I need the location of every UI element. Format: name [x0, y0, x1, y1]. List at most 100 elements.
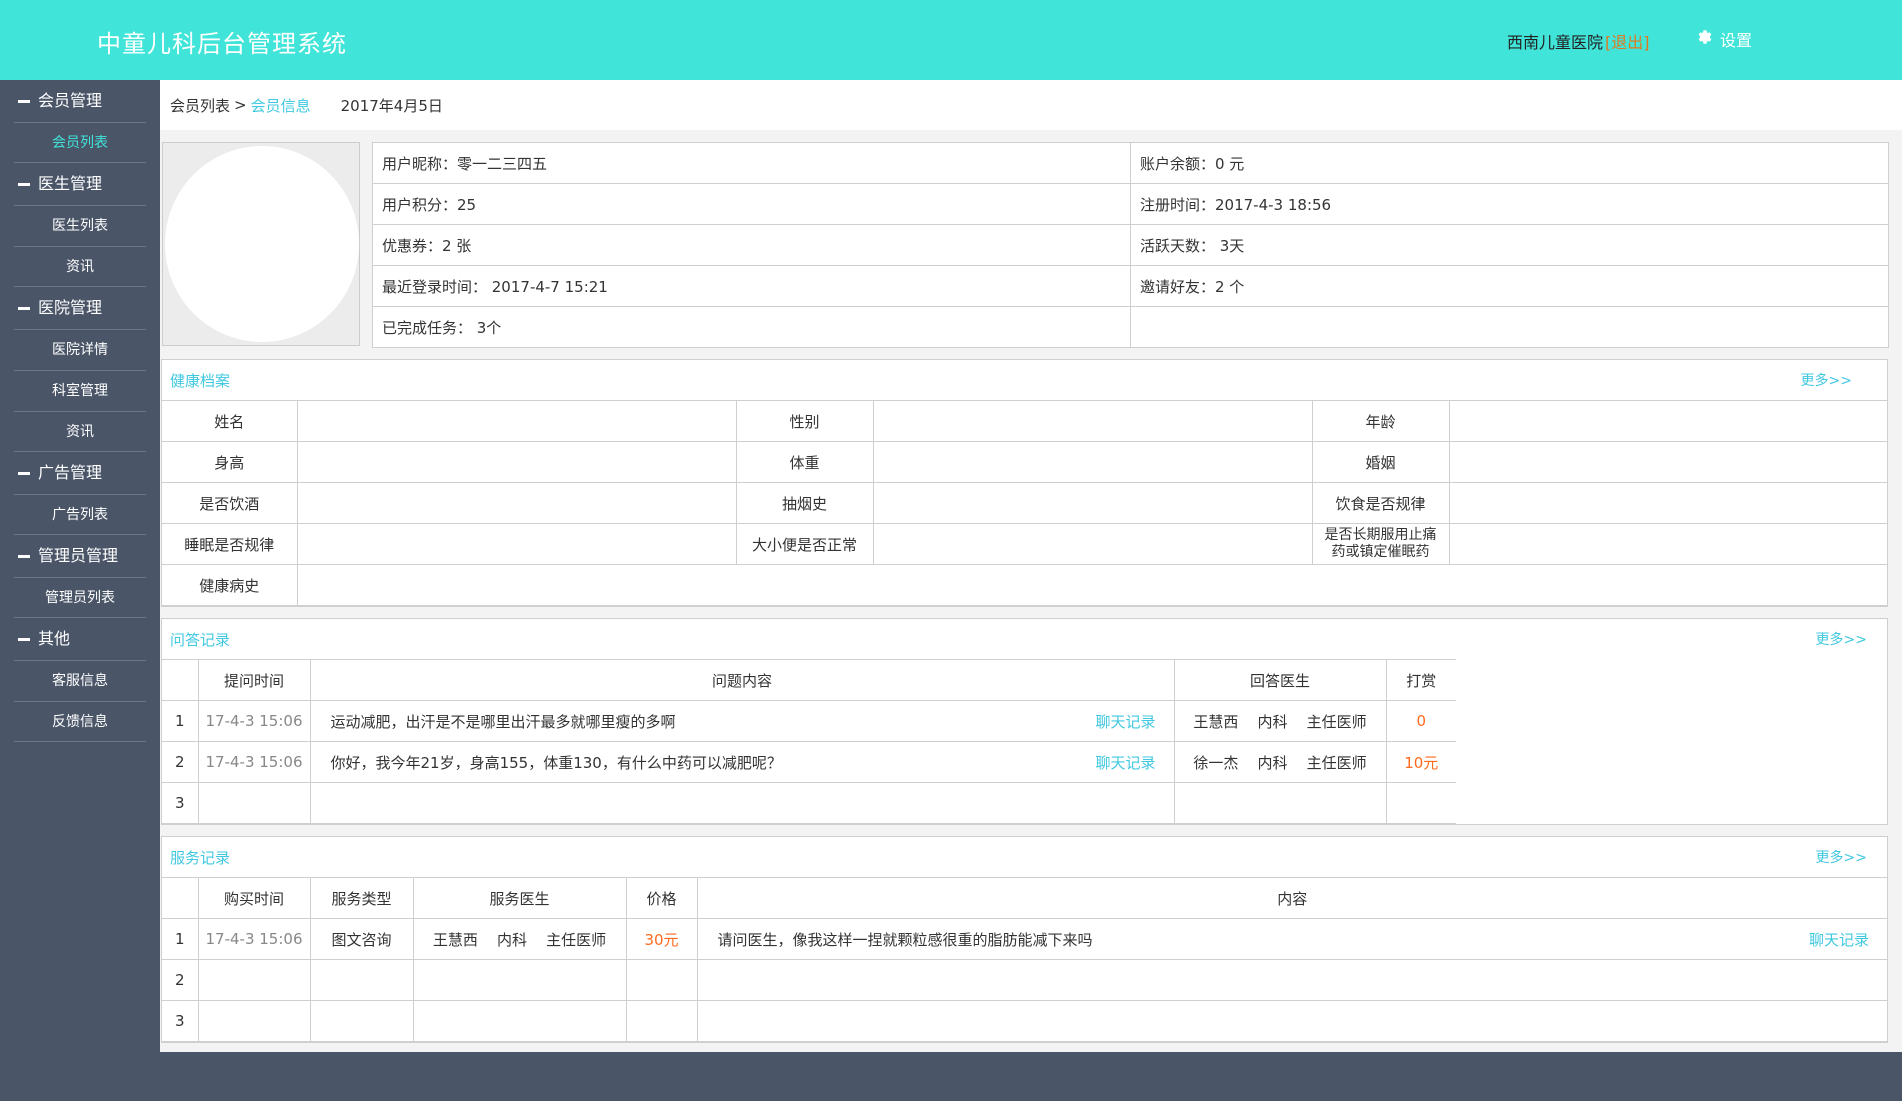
value-cell [296, 441, 737, 483]
empty-cell [1130, 306, 1889, 348]
menu-group-hospital: 医院管理 医院详情 科室管理 资讯 [0, 287, 160, 452]
header-cell-type: 服务类型 [309, 877, 414, 919]
section-title: 健康档案 [170, 371, 231, 390]
value-cell [1448, 400, 1887, 442]
value-cell [1448, 523, 1887, 565]
header-cell-reward: 打赏 [1385, 659, 1456, 701]
breadcrumb-parent[interactable]: 会员列表 [170, 95, 230, 116]
menu-group-label: 广告管理 [38, 463, 103, 482]
sidebar-item-department[interactable]: 科室管理 [14, 370, 146, 411]
question-cell: 运动减肥，出汗是不是哪里出汗最多就哪里瘦的多啊 聊天记录 [309, 700, 1175, 742]
menu-group-other: 其他 客服信息 反馈信息 [0, 618, 160, 742]
question-cell: 你好，我今年21岁，身高155，体重130，有什么中药可以减肥呢？ 聊天记录 [309, 741, 1175, 783]
menu-group-members: 会员管理 会员列表 [0, 80, 160, 163]
menu-group-label: 其他 [38, 629, 71, 648]
menu-group-head-other[interactable]: 其他 [0, 618, 160, 660]
label-name: 姓名 [162, 400, 298, 442]
qa-record-section: 问答记录 更多>> 提问时间 问题内容 问题内容 回答医生 打赏 1 17-4-… [161, 618, 1888, 825]
label-weight: 体重 [735, 441, 874, 483]
menu-group-label: 管理员管理 [38, 546, 119, 565]
label-bowel: 大小便是否正常 [735, 523, 874, 565]
register-time: 注册时间：2017-4-3 18:56 [1130, 183, 1889, 225]
question-text: 运动减肥，出汗是不是哪里出汗最多就哪里瘦的多啊 [330, 712, 676, 731]
menu-group-head-ads[interactable]: 广告管理 [0, 452, 160, 494]
main-content: 会员列表 > 会员信息 2017年4月5日 用户昵称：零一二三四五 账户余额：0… [160, 80, 1902, 1052]
label-medication: 是否长期服用止痛 药或镇定催眠药 [1311, 523, 1450, 565]
profile-table: 用户昵称：零一二三四五 账户余额：0 元 用户积分：25 注册时间：2017-4… [372, 142, 1889, 348]
service-doctor: 王慧西 内科 主任医师 [412, 918, 627, 960]
settings-button[interactable]: 设置 [1696, 27, 1752, 51]
sidebar-item-hospital-news[interactable]: 资讯 [14, 411, 146, 452]
more-link[interactable]: 更多>> [1801, 370, 1852, 390]
section-header: 健康档案 更多>> [162, 360, 1887, 400]
reward: 10元 [1385, 741, 1456, 783]
sidebar: 会员管理 会员列表 医生管理 医生列表 资讯 医院管理 医院详情 科室管理 资讯… [0, 80, 160, 1101]
service-table: 购买时间 服务类型 服务医生 价格 内容 1 17-4-3 15:06 图文咨询… [162, 877, 1887, 1042]
label-medication-line2: 药或镇定催眠药 [1331, 544, 1430, 560]
question-cell [309, 782, 1175, 824]
value-cell [872, 400, 1313, 442]
reward: 0 [1385, 700, 1456, 742]
menu-group-head-admins[interactable]: 管理员管理 [0, 535, 160, 577]
service-content-cell: 请问医生，像我这样一捏就颗粒感很重的脂肪能减下来吗 聊天记录 [696, 918, 1887, 960]
minus-icon [18, 99, 30, 103]
ask-time: 17-4-3 15:06 [197, 741, 311, 783]
service-content [696, 959, 1887, 1001]
label-drink: 是否饮酒 [162, 482, 298, 524]
header-cell-doctor: 回答医生 [1173, 659, 1387, 701]
sidebar-item-customer-service[interactable]: 客服信息 [14, 660, 146, 701]
service-doctor [412, 1000, 627, 1042]
health-table: 姓名 性别 年龄 身高 体重 婚姻 是否饮酒 抽烟史 饮食是否规律 睡眠是否规律… [162, 400, 1887, 606]
minus-icon [18, 306, 30, 310]
sidebar-item-feedback[interactable]: 反馈信息 [14, 701, 146, 742]
value-cell [296, 564, 1887, 606]
row-number: 2 [162, 959, 199, 1001]
more-link[interactable]: 更多>> [1816, 629, 1867, 649]
chat-log-link[interactable]: 聊天记录 [1809, 929, 1869, 950]
row-number: 3 [162, 1000, 199, 1042]
header-cell-content: 问题内容 [309, 659, 1175, 701]
value-cell [296, 523, 737, 565]
bottom-bar [160, 1052, 1902, 1101]
label-marriage: 婚姻 [1311, 441, 1450, 483]
menu-group-head-hospital[interactable]: 医院管理 [0, 287, 160, 329]
sidebar-item-doctor-news[interactable]: 资讯 [14, 246, 146, 287]
answer-doctor: 徐一杰 内科 主任医师 [1173, 741, 1387, 783]
chat-log-link[interactable]: 聊天记录 [1095, 752, 1155, 773]
sidebar-item-hospital-detail[interactable]: 医院详情 [14, 329, 146, 370]
avatar-frame [162, 142, 360, 346]
service-record-section: 服务记录 更多>> 购买时间 服务类型 服务医生 价格 内容 1 17-4-3 … [161, 836, 1888, 1043]
chat-log-link[interactable]: 聊天记录 [1095, 711, 1155, 732]
menu-group-label: 会员管理 [38, 91, 103, 110]
label-age: 年龄 [1311, 400, 1450, 442]
section-header: 问答记录 更多>> [162, 619, 1887, 659]
service-doctor [412, 959, 627, 1001]
service-price: 30元 [625, 918, 698, 960]
sidebar-item-doctor-list[interactable]: 医生列表 [14, 205, 146, 246]
sidebar-item-ad-list[interactable]: 广告列表 [14, 494, 146, 535]
last-login: 最近登录时间： 2017-4-7 15:21 [372, 265, 1131, 307]
purchase-time [197, 1000, 311, 1042]
label-height: 身高 [162, 441, 298, 483]
label-diet: 饮食是否规律 [1311, 482, 1450, 524]
section-header: 服务记录 更多>> [162, 837, 1887, 877]
purchase-time: 17-4-3 15:06 [197, 918, 311, 960]
menu-group-label: 医生管理 [38, 174, 103, 193]
minus-icon [18, 471, 30, 475]
menu-group-head-doctors[interactable]: 医生管理 [0, 163, 160, 205]
more-link[interactable]: 更多>> [1816, 847, 1867, 867]
menu-group-head-members[interactable]: 会员管理 [0, 80, 160, 122]
qa-table: 提问时间 问题内容 问题内容 回答医生 打赏 1 17-4-3 15:06 运动… [162, 659, 1887, 824]
service-content [696, 1000, 1887, 1042]
value-cell [872, 441, 1313, 483]
coupons: 优惠券：2 张 [372, 224, 1131, 266]
sidebar-item-admin-list[interactable]: 管理员列表 [14, 577, 146, 618]
breadcrumb-current[interactable]: 会员信息 [251, 95, 311, 116]
logout-link[interactable]: [退出] [1605, 33, 1650, 52]
table-row: 3 [162, 782, 1887, 824]
value-cell [872, 523, 1313, 565]
table-row: 2 [162, 959, 1887, 1001]
sidebar-item-member-list[interactable]: 会员列表 [14, 122, 146, 163]
gear-icon [1696, 28, 1714, 50]
hospital-name: 西南儿童医院 [1507, 33, 1604, 52]
